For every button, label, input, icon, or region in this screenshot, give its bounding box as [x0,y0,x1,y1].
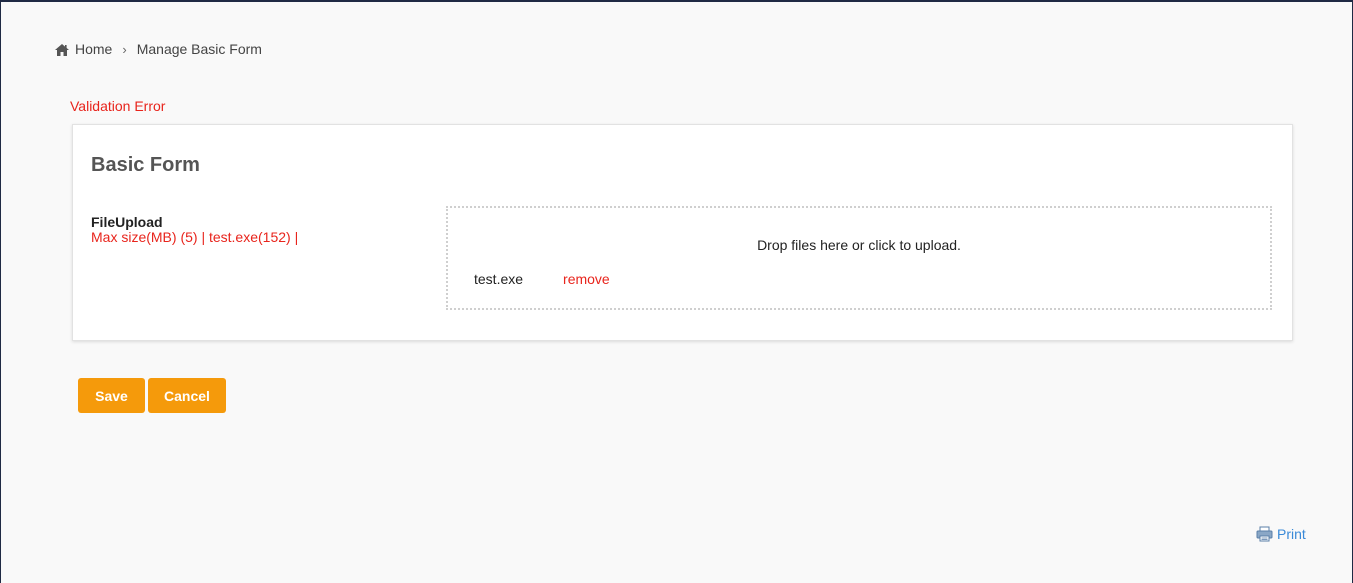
breadcrumb-separator: › [122,41,127,57]
breadcrumb-home-link[interactable]: Home [75,41,112,57]
validation-error-message: Validation Error [70,98,166,114]
form-title: Basic Form [91,154,200,176]
remove-file-link[interactable]: remove [563,271,610,287]
print-link[interactable]: Print [1256,526,1306,542]
cancel-button[interactable]: Cancel [148,378,226,413]
basic-form-card: Basic Form FileUpload Max size(MB) (5) |… [72,124,1293,341]
home-icon[interactable] [55,43,69,56]
dropzone-message: Drop files here or click to upload. [757,237,961,253]
fileupload-hint: Max size(MB) (5) | test.exe(152) | [91,229,299,245]
file-dropzone[interactable]: Drop files here or click to upload. test… [446,206,1272,310]
fileupload-label: FileUpload [91,214,163,230]
save-button[interactable]: Save [78,378,145,413]
print-label: Print [1277,526,1306,542]
uploaded-file-name: test.exe [474,271,524,287]
breadcrumb: Home › Manage Basic Form [55,41,262,57]
uploaded-file-item: test.exe remove [474,271,610,287]
print-icon [1256,526,1273,542]
breadcrumb-current: Manage Basic Form [136,41,262,57]
